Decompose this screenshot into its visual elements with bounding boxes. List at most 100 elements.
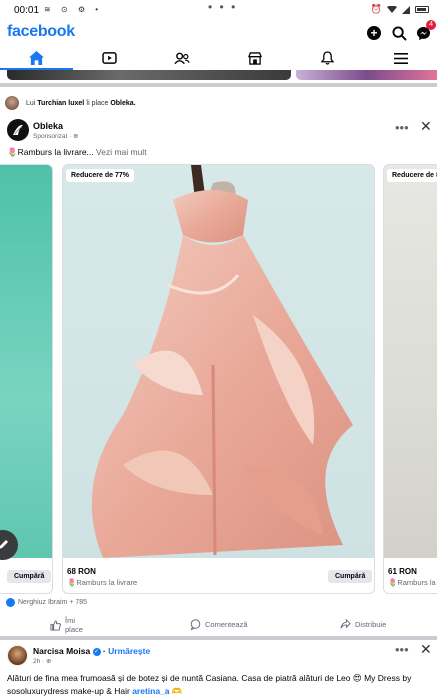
more-options-icon[interactable]: ••• <box>395 642 409 657</box>
post-author[interactable]: Narcisa Moisa <box>33 646 90 656</box>
product-image[interactable] <box>63 165 374 558</box>
previous-story-strip <box>0 70 437 81</box>
brand-logo-icon <box>13 124 23 135</box>
like-reaction-icon <box>6 598 15 607</box>
tab-video[interactable] <box>73 46 146 70</box>
marketplace-icon <box>247 51 262 65</box>
like-label-line: Îmi <box>65 616 75 625</box>
avatar[interactable] <box>5 96 19 110</box>
bell-icon <box>321 51 335 65</box>
emoji: 🫶 <box>169 686 183 696</box>
system-icons: ⏰ <box>371 4 429 15</box>
buy-button[interactable]: Cumpără <box>328 570 373 583</box>
comment-label: Comentează <box>205 620 248 629</box>
feed-separator <box>0 83 437 87</box>
post-author[interactable]: Obleka <box>33 121 63 131</box>
friends-icon <box>174 52 190 64</box>
post-caption-text: Alături de fina mea frumoasă și de botez… <box>7 673 412 696</box>
close-icon[interactable]: ✕ <box>420 641 432 658</box>
tab-friends[interactable] <box>146 46 219 70</box>
product-image[interactable] <box>384 165 437 558</box>
like-notice-middle: îi place <box>86 99 109 107</box>
post-caption-text: 🌷Ramburs la livrare... <box>7 147 94 157</box>
tab-menu[interactable] <box>364 46 437 70</box>
avatar[interactable] <box>7 645 28 666</box>
wifi-icon <box>387 5 397 13</box>
product-image[interactable] <box>0 165 52 558</box>
post-timestamp: 2h · ⊕ <box>33 657 51 665</box>
video-icon <box>102 52 117 64</box>
share-label: Distribuie <box>355 620 387 629</box>
post-actions: Îmi place Comentează Distribuie <box>0 612 437 636</box>
tab-marketplace[interactable] <box>218 46 291 70</box>
pencil-icon <box>0 540 8 549</box>
see-more-link[interactable]: Vezi mai mult <box>96 147 147 157</box>
liked-page-name[interactable]: Obleka. <box>110 100 135 107</box>
home-icon <box>28 51 44 65</box>
sponsored-text: Sponsorizat · <box>33 133 74 140</box>
liker-name[interactable]: Turchian luxel <box>37 100 84 107</box>
carousel-card-partial[interactable]: Reducere de 8 61 RON 🌷Ramburs la livrare <box>383 164 437 594</box>
post-header: Narcisa Moisa ✓ · Urmărește 2h · ⊕ ••• ✕ <box>0 641 437 671</box>
discount-badge: Reducere de 8 <box>387 169 437 182</box>
main-navigation <box>0 46 437 70</box>
previous-image[interactable] <box>296 70 437 80</box>
signal-icon <box>402 5 410 14</box>
like-notice-prefix: Lui <box>26 99 36 107</box>
globe-icon: ⊕ <box>73 133 79 140</box>
hamburger-menu-icon <box>393 52 408 64</box>
post-caption: 🌷Ramburs la livrare... Vezi mai mult <box>7 147 147 158</box>
buy-button[interactable]: Cumpără <box>7 570 52 583</box>
reaction-summary[interactable]: Nerghiuz Ibraim + 785 <box>6 598 87 607</box>
status-bar: 00:01 ≋ ⊙ ⚙ • • • • ⏰ <box>0 0 437 22</box>
sponsored-label: Sponsorizat · ⊕ <box>33 132 79 140</box>
carousel-card[interactable]: Reducere de 77% 68 RON 🌷Ramburs la livra… <box>62 164 375 594</box>
battery-icon <box>415 6 429 13</box>
dress-photo <box>63 165 374 558</box>
discount-badge: Reducere de 77% <box>66 169 134 182</box>
post-author-line: Narcisa Moisa ✓ · Urmărește <box>33 646 150 656</box>
reaction-text: Nerghiuz Ibraim + 785 <box>18 599 88 606</box>
shipping-label: 🌷Ramburs la livrare <box>388 578 437 587</box>
clock: 00:01 <box>14 5 40 16</box>
shipping-label: 🌷Ramburs la livrare <box>67 578 138 587</box>
alarm-icon: ⏰ <box>370 4 382 14</box>
create-button[interactable]: + <box>365 24 383 42</box>
post-caption: Alături de fina mea frumoasă și de botez… <box>7 672 435 698</box>
search-button[interactable] <box>390 24 408 42</box>
timestamp-text: 2h · <box>33 658 47 665</box>
previous-image[interactable] <box>7 70 291 80</box>
comment-icon <box>190 619 201 630</box>
search-icon <box>391 25 407 41</box>
messenger-button[interactable]: 4 <box>414 20 436 42</box>
tab-home[interactable] <box>0 46 73 70</box>
follow-button[interactable]: Urmărește <box>108 646 150 656</box>
share-icon <box>340 619 351 629</box>
notification-icons: ≋ ⊙ ⚙ • <box>44 5 103 14</box>
more-options-icon[interactable]: ••• <box>395 120 409 135</box>
top-app-bar: facebook + 4 <box>0 20 437 46</box>
like-label-line: place <box>65 625 83 634</box>
like-button[interactable]: Îmi place <box>50 616 83 634</box>
share-button[interactable]: Distribuie <box>340 619 386 630</box>
status-dots: • • • <box>208 0 238 14</box>
carousel-card-partial[interactable]: Cumpără <box>0 164 53 594</box>
mention-link[interactable]: aretina_a <box>132 686 169 696</box>
close-icon[interactable]: ✕ <box>420 118 432 135</box>
post-header: Obleka Sponsorizat · ⊕ ••• ✕ <box>0 114 437 144</box>
globe-icon: ⊕ <box>46 658 52 665</box>
bullet: · <box>102 646 106 656</box>
tab-notifications[interactable] <box>291 46 364 70</box>
product-price: 68 RON <box>67 567 96 576</box>
like-label: Îmi place <box>65 616 83 634</box>
facebook-logo[interactable]: facebook <box>7 23 75 41</box>
comment-button[interactable]: Comentează <box>190 619 248 630</box>
verified-icon: ✓ <box>92 647 101 656</box>
avatar[interactable] <box>7 119 29 141</box>
thumbs-up-icon <box>50 619 61 631</box>
like-notice: Lui Turchian luxel îi place Obleka. <box>0 92 437 114</box>
product-price: 61 RON <box>388 567 417 576</box>
plus-icon: + <box>367 26 381 40</box>
messenger-badge: 4 <box>426 20 436 30</box>
feed-separator <box>0 636 437 640</box>
